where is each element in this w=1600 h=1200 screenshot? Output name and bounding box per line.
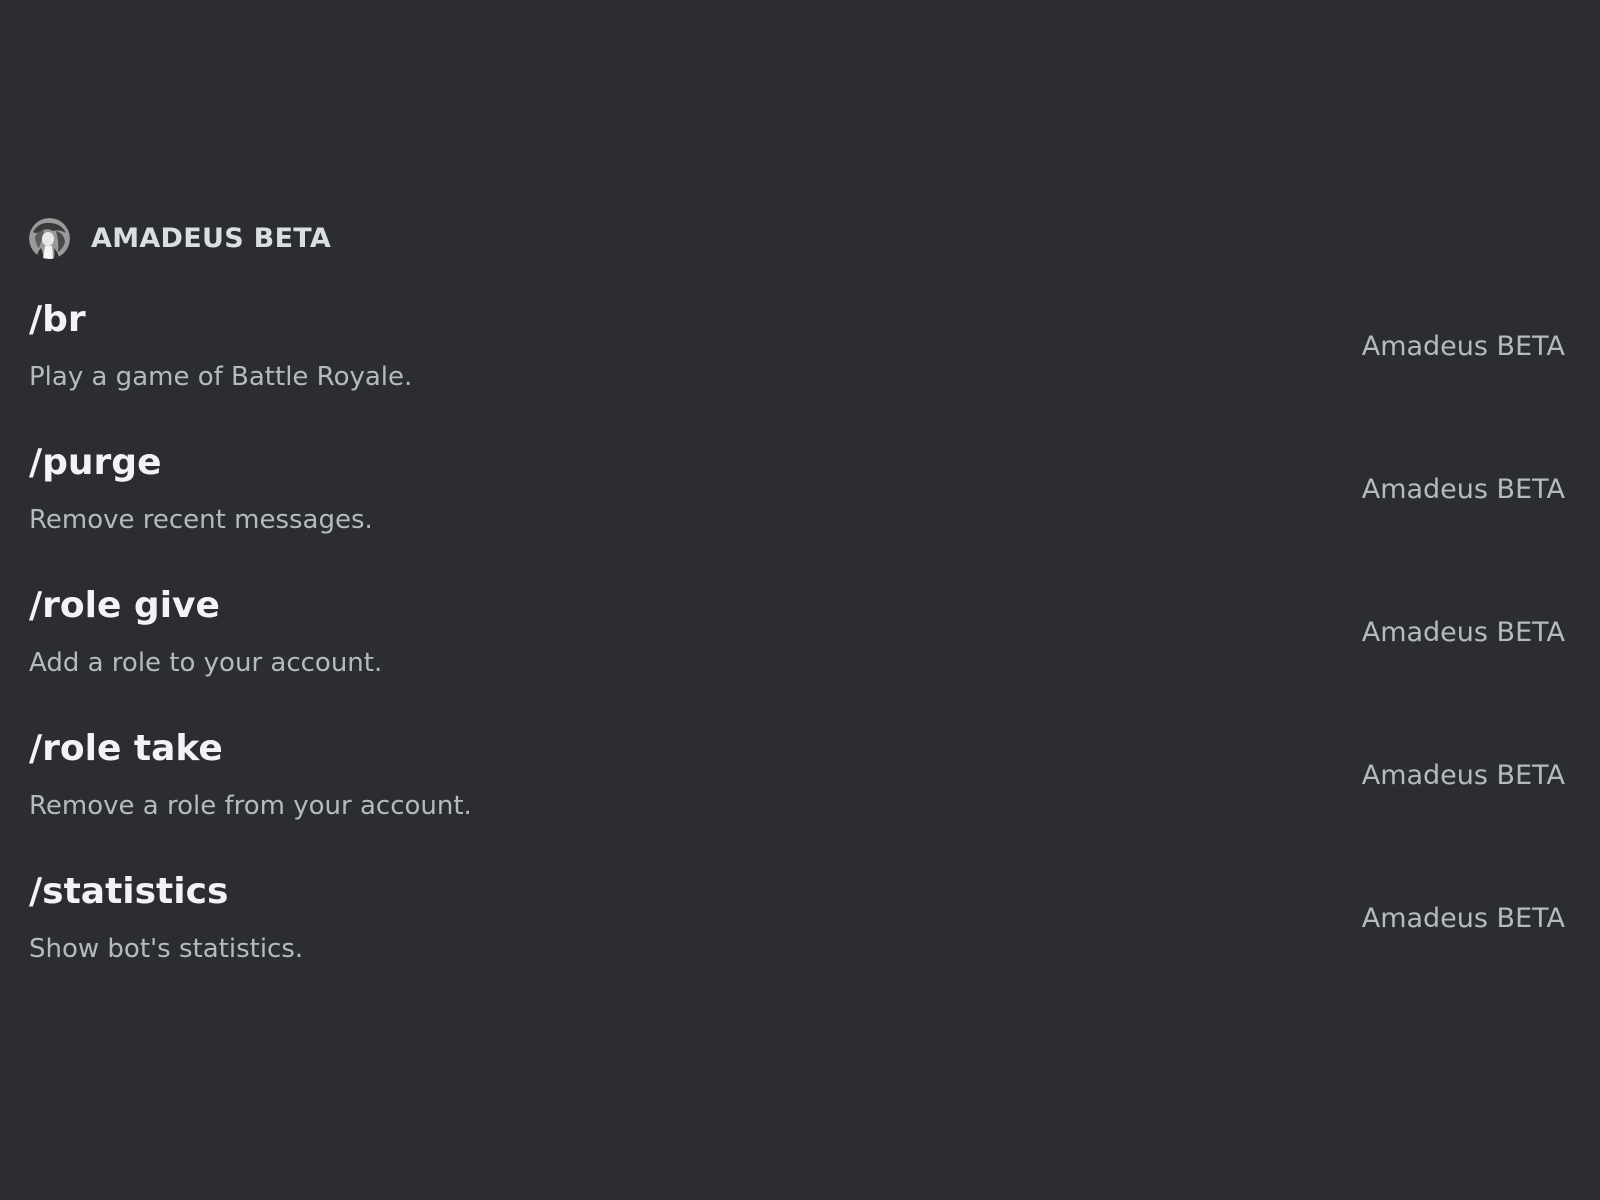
command-source: Amadeus BETA (1361, 474, 1565, 505)
command-description: Play a game of Battle Royale. (29, 362, 413, 392)
command-item-statistics[interactable]: /statistics Show bot's statistics. Amade… (0, 865, 1600, 1008)
command-source: Amadeus BETA (1361, 617, 1565, 648)
command-item-purge[interactable]: /purge Remove recent messages. Amadeus B… (0, 436, 1600, 579)
command-name: /role take (29, 728, 223, 769)
command-source: Amadeus BETA (1361, 903, 1565, 934)
command-item-role-take[interactable]: /role take Remove a role from your accou… (0, 722, 1600, 865)
command-description: Show bot's statistics. (29, 934, 304, 964)
command-name: /role give (29, 585, 220, 626)
command-list: /br Play a game of Battle Royale. Amadeu… (0, 293, 1600, 1008)
bot-avatar-icon (29, 217, 70, 259)
command-description: Add a role to your account. (29, 648, 383, 678)
section-header: AMADEUS BETA (29, 217, 331, 259)
command-source: Amadeus BETA (1361, 331, 1565, 362)
command-name: /statistics (29, 871, 229, 912)
command-item-role-give[interactable]: /role give Add a role to your account. A… (0, 579, 1600, 722)
command-name: /br (29, 299, 86, 340)
command-list-panel: AMADEUS BETA /br Play a game of Battle R… (0, 0, 1600, 1200)
command-item-br[interactable]: /br Play a game of Battle Royale. Amadeu… (0, 293, 1600, 436)
command-name: /purge (29, 442, 162, 483)
command-description: Remove a role from your account. (29, 791, 472, 821)
command-description: Remove recent messages. (29, 505, 373, 535)
command-source: Amadeus BETA (1361, 760, 1565, 791)
section-title: AMADEUS BETA (91, 222, 332, 254)
